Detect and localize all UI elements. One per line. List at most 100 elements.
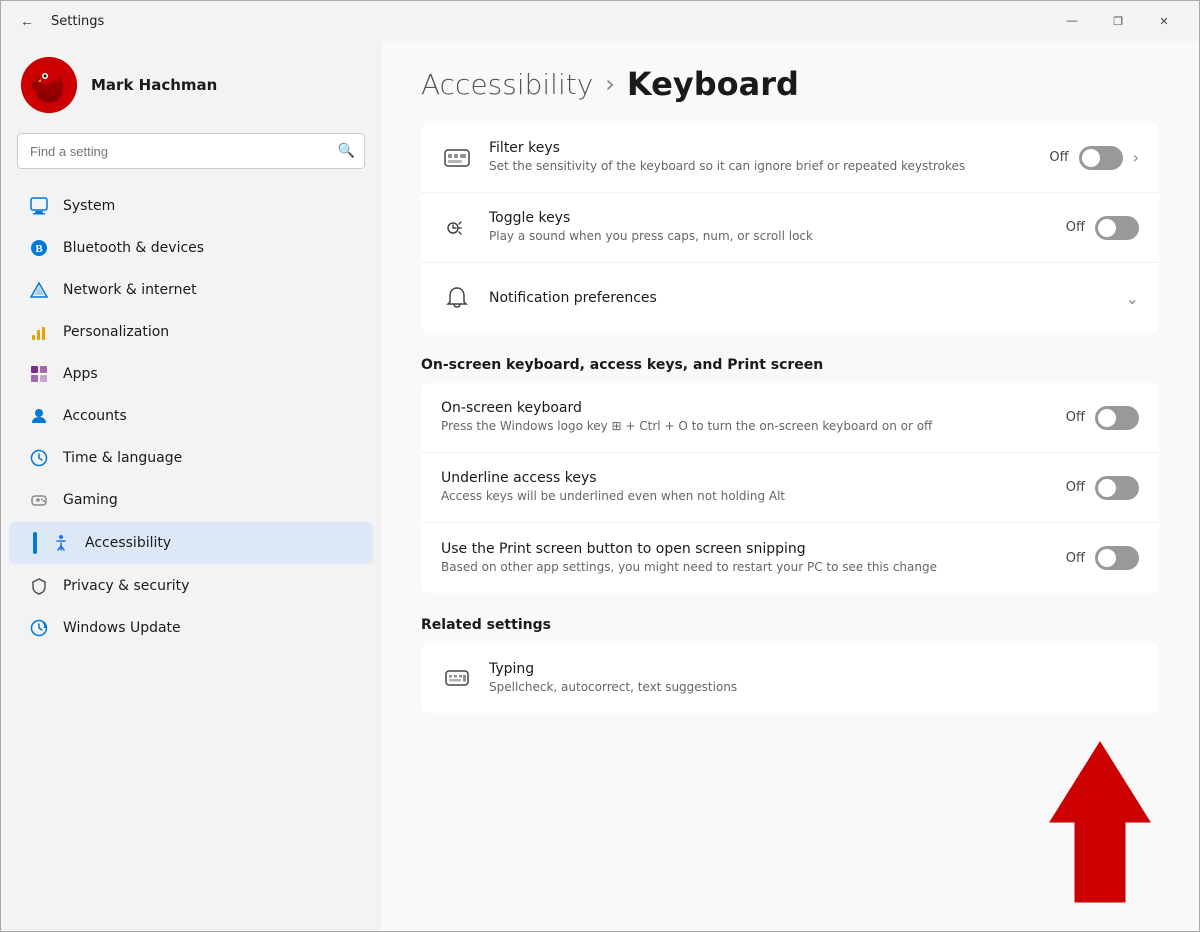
nav-label-personalization: Personalization bbox=[63, 324, 169, 340]
print-screen-text: Use the Print screen button to open scre… bbox=[441, 541, 1050, 576]
typing-icon bbox=[441, 662, 473, 694]
user-section: Mark Hachman bbox=[1, 41, 381, 129]
section-label-1: On-screen keyboard, access keys, and Pri… bbox=[421, 337, 1159, 383]
notification-icon bbox=[441, 282, 473, 314]
print-screen-title: Use the Print screen button to open scre… bbox=[441, 541, 1050, 557]
nav-network[interactable]: Network & internet bbox=[9, 270, 373, 310]
personalization-icon bbox=[29, 322, 49, 342]
apps-icon bbox=[29, 364, 49, 384]
print-screen-row: Use the Print screen button to open scre… bbox=[421, 523, 1159, 593]
svg-text:B: B bbox=[35, 243, 43, 255]
onscreen-keyboard-title: On-screen keyboard bbox=[441, 400, 1050, 416]
nav-time[interactable]: Time & language bbox=[9, 438, 373, 478]
nav-accessibility[interactable]: Accessibility bbox=[9, 522, 373, 564]
nav-accounts[interactable]: Accounts bbox=[9, 396, 373, 436]
accessibility-icon bbox=[51, 533, 71, 553]
underline-access-title: Underline access keys bbox=[441, 470, 1050, 486]
nav-label-network: Network & internet bbox=[63, 282, 197, 298]
toggle-keys-row: Toggle keys Play a sound when you press … bbox=[421, 193, 1159, 263]
typing-title: Typing bbox=[489, 661, 1139, 677]
nav-label-privacy: Privacy & security bbox=[63, 578, 189, 594]
underline-access-control: Off bbox=[1066, 476, 1139, 500]
onscreen-keyboard-toggle[interactable] bbox=[1095, 406, 1139, 430]
update-icon bbox=[29, 618, 49, 638]
search-input[interactable] bbox=[17, 133, 365, 169]
onscreen-keyboard-control: Off bbox=[1066, 406, 1139, 430]
underline-access-toggle[interactable] bbox=[1095, 476, 1139, 500]
settings-window: ← Settings — ❐ ✕ bbox=[0, 0, 1200, 932]
maximize-button[interactable]: ❐ bbox=[1095, 5, 1141, 37]
top-settings-card: Filter keys Set the sensitivity of the k… bbox=[421, 123, 1159, 333]
nav-privacy[interactable]: Privacy & security bbox=[9, 566, 373, 606]
notification-prefs-text: Notification preferences bbox=[489, 290, 1110, 306]
toggle-keys-desc: Play a sound when you press caps, num, o… bbox=[489, 228, 1050, 245]
filter-keys-chevron[interactable]: › bbox=[1133, 148, 1139, 167]
nav-apps[interactable]: Apps bbox=[9, 354, 373, 394]
nav-label-system: System bbox=[63, 198, 115, 214]
close-button[interactable]: ✕ bbox=[1141, 5, 1187, 37]
print-screen-toggle[interactable] bbox=[1095, 546, 1139, 570]
filter-keys-toggle[interactable] bbox=[1079, 146, 1123, 170]
onscreen-keyboard-row: On-screen keyboard Press the Windows log… bbox=[421, 383, 1159, 453]
window-controls: — ❐ ✕ bbox=[1049, 5, 1187, 37]
nav-label-bluetooth: Bluetooth & devices bbox=[63, 240, 204, 256]
right-panel: Accessibility › Keyboard Filter keys Set… bbox=[381, 41, 1199, 931]
notification-chevron[interactable]: ⌄ bbox=[1126, 289, 1139, 308]
nav-label-time: Time & language bbox=[63, 450, 182, 466]
notification-prefs-control: ⌄ bbox=[1126, 289, 1139, 308]
filter-keys-toggle-label: Off bbox=[1049, 150, 1068, 165]
notification-prefs-row[interactable]: Notification preferences ⌄ bbox=[421, 263, 1159, 333]
underline-access-text: Underline access keys Access keys will b… bbox=[441, 470, 1050, 505]
page-header: Accessibility › Keyboard bbox=[381, 41, 1199, 123]
network-icon bbox=[29, 280, 49, 300]
print-screen-control: Off bbox=[1066, 546, 1139, 570]
nav-label-gaming: Gaming bbox=[63, 492, 118, 508]
title-bar: ← Settings — ❐ ✕ bbox=[1, 1, 1199, 41]
onscreen-keyboard-label: Off bbox=[1066, 410, 1085, 425]
toggle-keys-text: Toggle keys Play a sound when you press … bbox=[489, 210, 1050, 245]
toggle-keys-toggle[interactable] bbox=[1095, 216, 1139, 240]
accounts-icon bbox=[29, 406, 49, 426]
underline-access-desc: Access keys will be underlined even when… bbox=[441, 488, 1050, 505]
minimize-button[interactable]: — bbox=[1049, 5, 1095, 37]
onscreen-keyboard-desc: Press the Windows logo key ⊞ + Ctrl + O … bbox=[441, 418, 1050, 435]
avatar bbox=[21, 57, 77, 113]
toggle-keys-toggle-label: Off bbox=[1066, 220, 1085, 235]
nav-label-accessibility: Accessibility bbox=[85, 535, 171, 551]
nav-update[interactable]: Windows Update bbox=[9, 608, 373, 648]
notification-prefs-title: Notification preferences bbox=[489, 290, 1110, 306]
nav-bluetooth[interactable]: B Bluetooth & devices bbox=[9, 228, 373, 268]
typing-desc: Spellcheck, autocorrect, text suggestion… bbox=[489, 679, 1139, 696]
section2-card: On-screen keyboard Press the Windows log… bbox=[421, 383, 1159, 593]
filter-keys-control: Off › bbox=[1049, 146, 1139, 170]
user-name: Mark Hachman bbox=[91, 76, 217, 94]
search-icon: 🔍 bbox=[338, 143, 355, 159]
nav-gaming[interactable]: Gaming bbox=[9, 480, 373, 520]
active-indicator bbox=[33, 532, 37, 554]
section-label-2: Related settings bbox=[421, 597, 1159, 643]
nav-system[interactable]: System bbox=[9, 186, 373, 226]
system-icon bbox=[29, 196, 49, 216]
window-title: Settings bbox=[51, 14, 104, 29]
back-button[interactable]: ← bbox=[13, 7, 41, 35]
main-content: Mark Hachman 🔍 System B Bluetooth & devi… bbox=[1, 41, 1199, 931]
time-icon bbox=[29, 448, 49, 468]
underline-access-label: Off bbox=[1066, 480, 1085, 495]
filter-keys-row: Filter keys Set the sensitivity of the k… bbox=[421, 123, 1159, 193]
content-area: Filter keys Set the sensitivity of the k… bbox=[381, 123, 1199, 713]
print-screen-label: Off bbox=[1066, 551, 1085, 566]
gaming-icon bbox=[29, 490, 49, 510]
search-box: 🔍 bbox=[17, 133, 365, 169]
title-bar-left: ← Settings bbox=[13, 7, 1049, 35]
nav-label-apps: Apps bbox=[63, 366, 98, 382]
section3-card: Typing Spellcheck, autocorrect, text sug… bbox=[421, 643, 1159, 713]
onscreen-keyboard-text: On-screen keyboard Press the Windows log… bbox=[441, 400, 1050, 435]
underline-access-row: Underline access keys Access keys will b… bbox=[421, 453, 1159, 523]
nav-personalization[interactable]: Personalization bbox=[9, 312, 373, 352]
breadcrumb-separator: › bbox=[605, 70, 615, 98]
breadcrumb: Accessibility bbox=[421, 68, 593, 101]
toggle-keys-control: Off bbox=[1066, 216, 1139, 240]
sidebar: Mark Hachman 🔍 System B Bluetooth & devi… bbox=[1, 41, 381, 931]
print-screen-desc: Based on other app settings, you might n… bbox=[441, 559, 1050, 576]
page-title: Keyboard bbox=[627, 65, 799, 103]
